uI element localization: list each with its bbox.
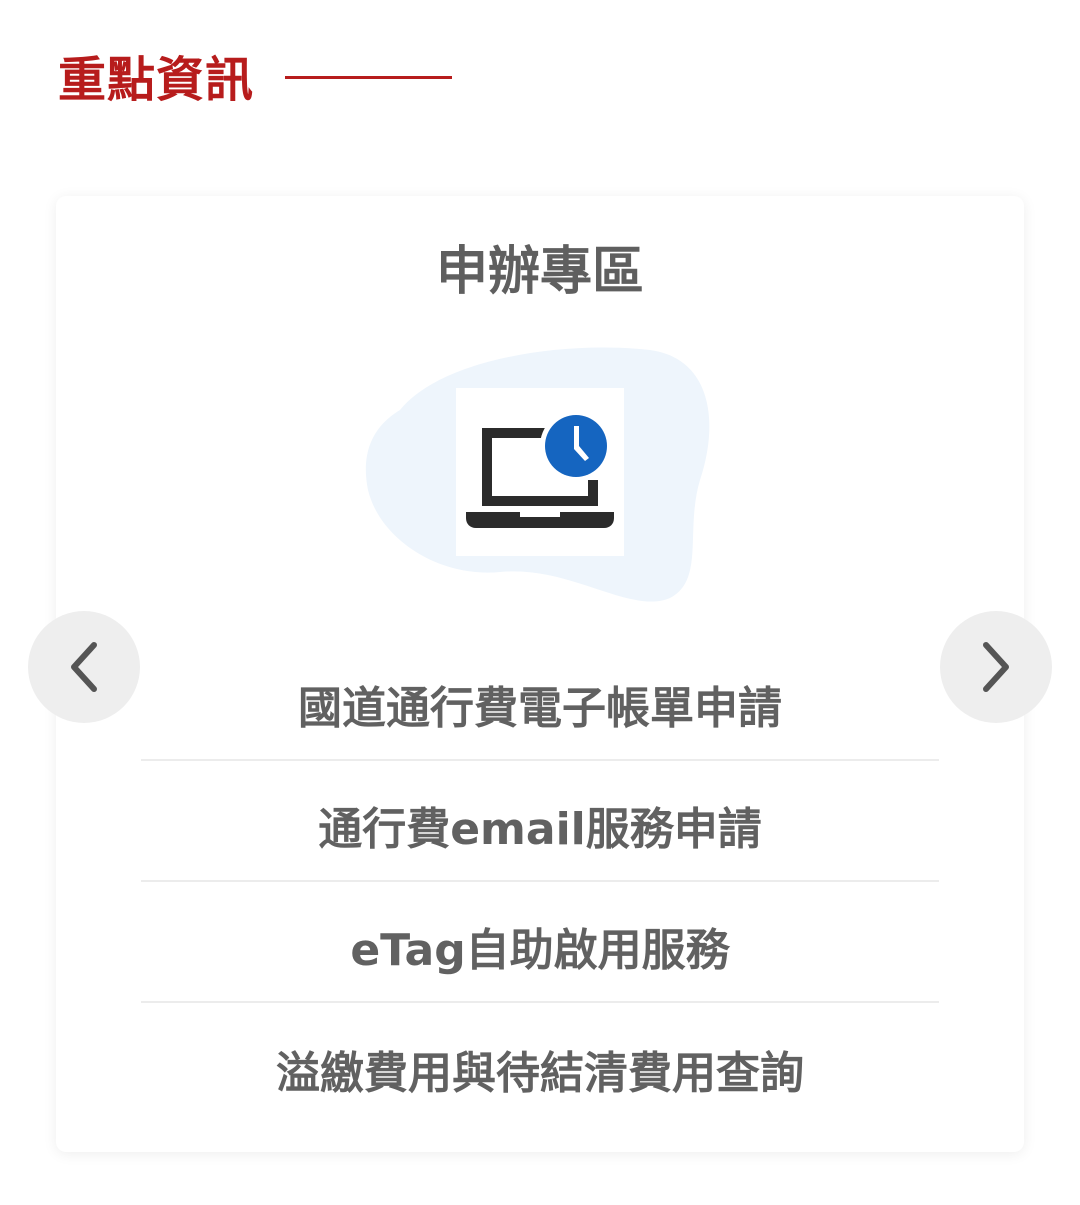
card-title: 申辦專區 — [435, 242, 644, 302]
section-heading: 重點資訊 — [58, 50, 254, 110]
carousel-prev-button[interactable] — [28, 611, 140, 723]
service-link-etag-activation[interactable]: eTag自助啟用服務 — [141, 882, 939, 1003]
service-list: 國道通行費電子帳單申請 通行費email服務申請 eTag自助啟用服務 溢繳費用… — [141, 640, 939, 1124]
service-link-etoll-ebill[interactable]: 國道通行費電子帳單申請 — [141, 640, 939, 761]
title-underline — [285, 76, 452, 79]
service-link-email-service[interactable]: 通行費email服務申請 — [141, 761, 939, 882]
service-link-label: 通行費email服務申請 — [318, 804, 762, 855]
carousel-next-button[interactable] — [940, 611, 1052, 723]
service-link-label: eTag自助啟用服務 — [350, 925, 730, 976]
service-link-label: 國道通行費電子帳單申請 — [298, 683, 782, 734]
service-link-label: 溢繳費用與待結清費用查詢 — [276, 1048, 804, 1099]
laptop-clock-icon — [456, 388, 624, 556]
chevron-right-icon — [983, 642, 1009, 692]
chevron-left-icon — [71, 642, 97, 692]
section-title: 重點資訊 — [58, 52, 255, 108]
service-link-overpayment-query[interactable]: 溢繳費用與待結清費用查詢 — [141, 1003, 939, 1124]
